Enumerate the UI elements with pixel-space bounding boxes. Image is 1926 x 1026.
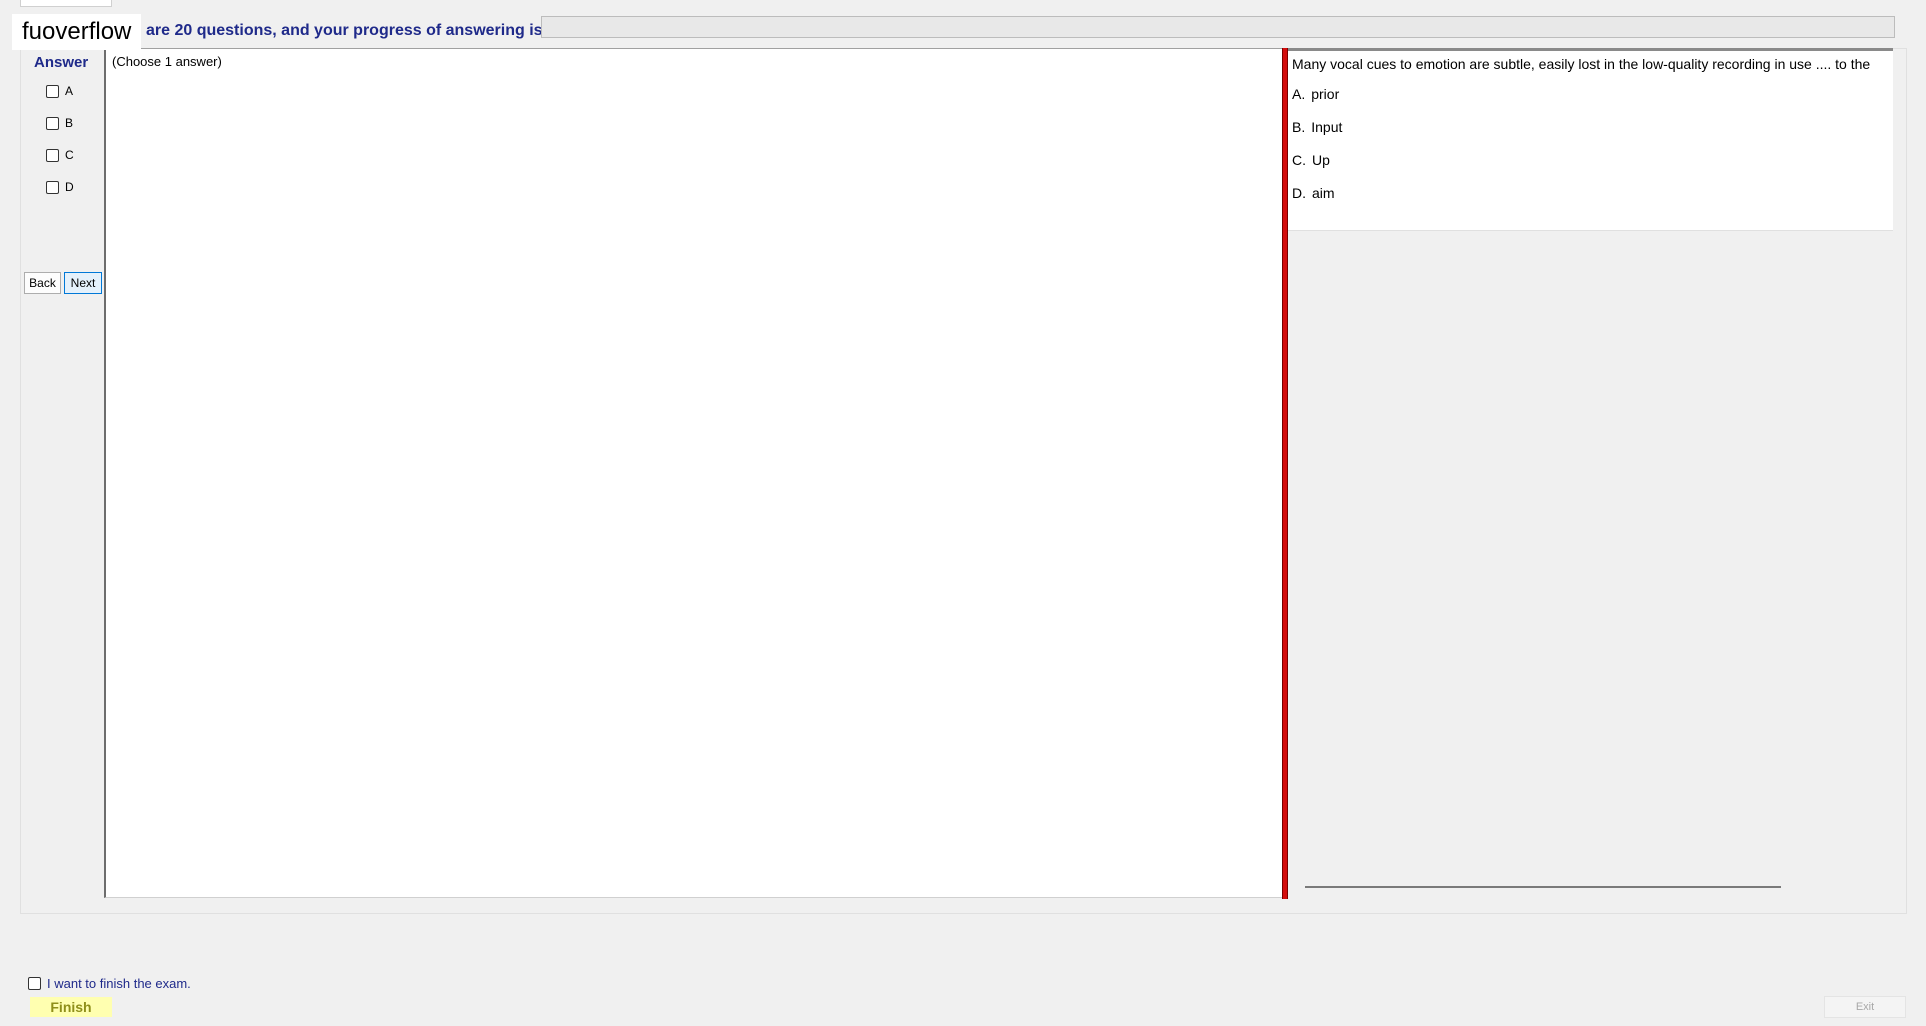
answer-label-b: B [65, 116, 74, 130]
question-area: (Choose 1 answer) [104, 48, 1282, 898]
answer-label-a: A [65, 84, 74, 98]
horizontal-scrollbar[interactable] [1305, 886, 1781, 888]
finish-exam-checkbox[interactable] [28, 977, 41, 990]
finish-exam-option[interactable]: I want to finish the exam. [28, 976, 191, 991]
choice-text-c: Up [1312, 152, 1330, 168]
finish-exam-label: I want to finish the exam. [47, 976, 191, 991]
answer-checkbox-c[interactable] [46, 148, 59, 162]
choice-b: B. Input [1292, 119, 1342, 135]
choice-d: D. aim [1292, 185, 1335, 201]
answer-title: Answer [34, 54, 89, 71]
answer-label-d: D [65, 180, 74, 194]
finish-button[interactable]: Finish [30, 997, 112, 1017]
choice-c: C. Up [1292, 152, 1330, 168]
choice-letter-b: B. [1292, 119, 1306, 135]
answer-option-d[interactable]: D [46, 180, 74, 194]
answer-checkbox-b[interactable] [46, 116, 59, 130]
answer-checkbox-d[interactable] [46, 180, 59, 194]
choice-text-b: Input [1311, 119, 1343, 135]
progress-bar [541, 16, 1895, 38]
choice-letter-d: D. [1292, 185, 1306, 201]
top-tab [20, 0, 112, 7]
question-content: Many vocal cues to emotion are subtle, e… [1288, 48, 1893, 231]
progress-text: are 20 questions, and your progress of a… [146, 22, 543, 39]
choice-a: A. prior [1292, 86, 1339, 102]
answer-checkbox-a[interactable] [46, 84, 59, 98]
logo: fuoverflow [12, 14, 142, 50]
answer-label-c: C [65, 148, 74, 162]
next-button[interactable]: Next [64, 272, 102, 294]
choice-letter-c: C. [1292, 152, 1306, 168]
answer-option-c[interactable]: C [46, 148, 74, 162]
choice-text-a: prior [1311, 86, 1340, 102]
answer-option-a[interactable]: A [46, 84, 73, 98]
choice-text-d: aim [1312, 185, 1335, 201]
question-hint: (Choose 1 answer) [112, 54, 222, 69]
back-button[interactable]: Back [24, 272, 61, 294]
exit-button[interactable]: Exit [1824, 996, 1906, 1018]
question-text: Many vocal cues to emotion are subtle, e… [1292, 56, 1871, 72]
choice-letter-a: A. [1292, 86, 1306, 102]
answer-option-b[interactable]: B [46, 116, 73, 130]
